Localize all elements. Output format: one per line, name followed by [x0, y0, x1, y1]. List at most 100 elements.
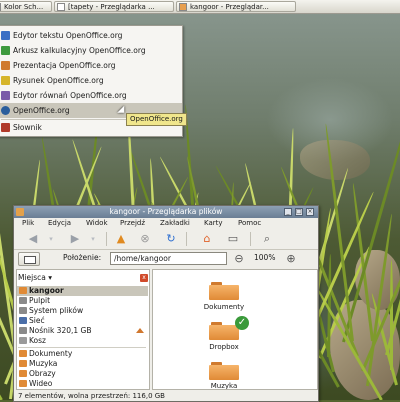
place-label: Nośnik 320,1 GB — [29, 326, 92, 335]
zoom-level: 100% — [254, 253, 276, 262]
window-icon — [0, 3, 1, 11]
folder-icon — [19, 380, 27, 387]
bookmark-label: Dokumenty — [29, 349, 73, 358]
place-icon — [19, 287, 27, 294]
place-label: System plików — [29, 306, 84, 315]
menu-item-draw[interactable]: Rysunek OpenOffice.org — [0, 73, 182, 88]
place-item[interactable]: Nośnik 320,1 GB — [17, 326, 148, 336]
place-icon — [19, 307, 27, 314]
window-icon — [57, 3, 65, 11]
back-icon[interactable]: ◀ — [26, 232, 40, 246]
menu-plik[interactable]: Plik — [22, 218, 34, 229]
bookmark-item[interactable]: Dokumenty — [17, 349, 148, 359]
math-icon — [1, 91, 10, 100]
close-button[interactable]: × — [306, 208, 314, 216]
home-icon[interactable]: ⌂ — [200, 232, 214, 246]
stop-icon[interactable]: ⊗ — [138, 232, 152, 246]
minimize-button[interactable]: _ — [284, 208, 292, 216]
zoom-out-icon[interactable]: ⊖ — [232, 252, 246, 266]
window-title: kangoor - Przeglądarka plików — [109, 207, 223, 216]
taskbar-button-kangoor[interactable]: kangoor - Przeglądar... — [176, 1, 296, 12]
menu-item-math[interactable]: Edytor równań OpenOffice.org — [0, 88, 182, 103]
folder-icon — [179, 3, 187, 11]
place-item[interactable]: Pulpit — [17, 296, 148, 306]
place-icon — [19, 297, 27, 304]
toggle-location-button[interactable] — [18, 252, 40, 266]
tooltip: OpenOffice.org — [126, 113, 187, 126]
menu-item-writer[interactable]: Edytor tekstu OpenOffice.org — [0, 28, 182, 43]
place-label: Sieć — [29, 316, 45, 325]
location-bar: Położenie: /home/kangoor ⊖ 100% ⊕ — [14, 249, 318, 269]
menubar: Plik Edycja Widok Przejdź Zakładki Karty… — [14, 218, 318, 229]
draw-icon — [1, 76, 10, 85]
back-dropdown-icon[interactable]: ▾ — [44, 232, 58, 246]
menu-karty[interactable]: Karty — [204, 218, 223, 229]
folder-icon — [16, 208, 24, 216]
window-titlebar[interactable]: kangoor - Przeglądarka plików _ □ × — [14, 206, 318, 218]
file-manager-window: kangoor - Przeglądarka plików _ □ × Plik… — [13, 205, 319, 402]
up-icon[interactable]: ▲ — [114, 232, 128, 246]
place-label: kangoor — [29, 286, 64, 295]
folder-icon[interactable] — [209, 282, 239, 300]
forward-dropdown-icon[interactable]: ▾ — [86, 232, 100, 246]
openoffice-icon — [1, 106, 10, 115]
folder-icon[interactable] — [209, 362, 239, 380]
forward-icon[interactable]: ▶ — [68, 232, 82, 246]
eject-icon[interactable] — [136, 328, 144, 333]
folder-icon — [19, 360, 27, 367]
place-icon — [19, 317, 27, 324]
search-icon[interactable]: ⌕ — [260, 232, 274, 246]
place-label: Pulpit — [29, 296, 51, 305]
menu-pomoc[interactable]: Pomoc — [238, 218, 261, 229]
menu-item-impress[interactable]: Prezentacja OpenOffice.org — [0, 58, 182, 73]
location-input[interactable]: /home/kangoor — [110, 252, 227, 265]
taskbar-button-kolor[interactable]: Kolor Sch... — [0, 1, 52, 12]
calc-icon — [1, 46, 10, 55]
place-item[interactable]: System plików — [17, 306, 148, 316]
top-taskbar: Kolor Sch... [tapety - Przeglądarka ... … — [0, 0, 400, 14]
impress-icon — [1, 61, 10, 70]
toolbar-separator — [106, 232, 107, 246]
place-item[interactable]: kangoor — [17, 286, 148, 296]
reload-icon[interactable]: ↻ — [164, 232, 178, 246]
place-item[interactable]: Kosz — [17, 336, 148, 346]
maximize-button[interactable]: □ — [295, 208, 303, 216]
bookmark-item[interactable]: Wideo — [17, 379, 148, 389]
file-label-muzyka[interactable]: Muzyka — [194, 382, 254, 389]
file-label-dokumenty[interactable]: Dokumenty — [194, 303, 254, 311]
grass-blade — [390, 260, 393, 370]
menu-widok[interactable]: Widok — [86, 218, 108, 229]
place-item[interactable]: Sieć — [17, 316, 148, 326]
places-separator — [18, 347, 146, 348]
place-label: Kosz — [29, 336, 46, 345]
places-dropdown[interactable]: Miejsca ▾ — [18, 272, 52, 284]
grass-blade — [0, 329, 3, 400]
toolbar: ◀ ▾ ▶ ▾ ▲ ⊗ ↻ ⌂ ▭ ⌕ — [14, 229, 318, 250]
folder-icon — [19, 350, 27, 357]
toolbar-separator — [250, 232, 251, 246]
zoom-in-icon[interactable]: ⊕ — [284, 252, 298, 266]
toolbar-separator — [186, 232, 187, 246]
writer-icon — [1, 31, 10, 40]
place-icon — [19, 327, 27, 334]
icon-view: Dokumenty ✓ Dropbox Muzyka — [152, 269, 318, 390]
close-pane-icon[interactable]: x — [140, 274, 148, 282]
place-icon — [19, 337, 27, 344]
bookmark-label: Obrazy — [29, 369, 56, 378]
bookmark-item[interactable]: Muzyka — [17, 359, 148, 369]
menu-przejdz[interactable]: Przejdź — [120, 218, 145, 229]
bookmark-label: Wideo — [29, 379, 53, 388]
menu-item-calc[interactable]: Arkusz kalkulacyjny OpenOffice.org — [0, 43, 182, 58]
menu-edycja[interactable]: Edycja — [48, 218, 71, 229]
places-header: Miejsca ▾ x — [16, 272, 150, 284]
bookmark-item[interactable]: Obrazy — [17, 369, 148, 379]
dictionary-icon — [1, 123, 10, 132]
menu-zakladki[interactable]: Zakładki — [160, 218, 190, 229]
taskbar-button-tapety[interactable]: [tapety - Przeglądarka ... — [54, 1, 174, 12]
computer-icon[interactable]: ▭ — [226, 232, 240, 246]
bookmark-label: Muzyka — [29, 359, 58, 368]
dropbox-sync-check-icon: ✓ — [235, 316, 249, 330]
folder-icon — [19, 370, 27, 377]
file-label-dropbox[interactable]: Dropbox — [194, 343, 254, 351]
location-label: Położenie: — [63, 253, 102, 262]
